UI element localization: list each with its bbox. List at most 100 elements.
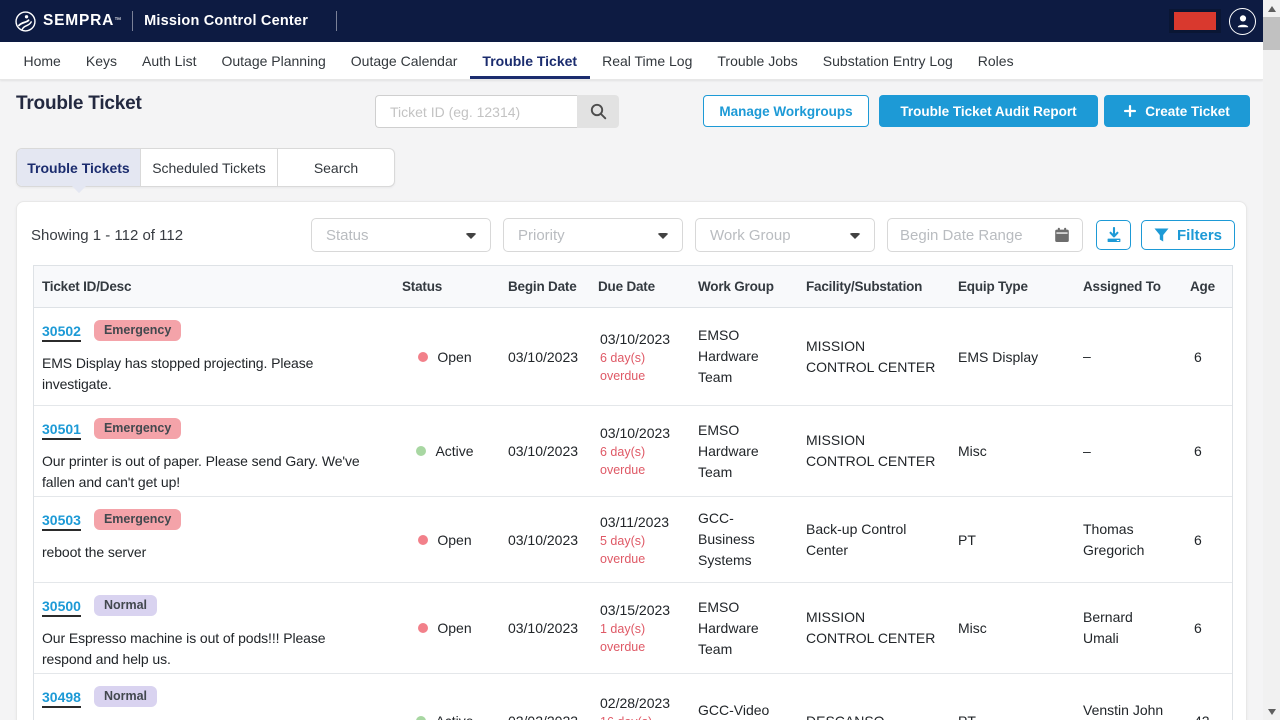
ticket-id-link[interactable]: 30503 [42, 512, 81, 531]
status-filter-placeholder: Status [326, 227, 369, 244]
ticket-description: Our Espresso machine is out of pods!!! P… [42, 628, 372, 670]
ticket-cell: 30503Emergencyreboot the server [34, 497, 392, 582]
filters-button[interactable]: Filters [1141, 220, 1235, 250]
equip-type-cell: PT [948, 497, 1073, 582]
calendar-icon [1054, 227, 1070, 243]
nav-item-trouble-ticket[interactable]: Trouble Ticket [470, 42, 590, 79]
ticket-search-input[interactable] [375, 95, 577, 128]
facility-value: MISSION CONTROL CENTER [806, 607, 937, 649]
create-ticket-button[interactable]: Create Ticket [1104, 95, 1250, 127]
column-header-assigned-to: Assigned To [1073, 266, 1180, 307]
filters-label: Filters [1177, 227, 1222, 244]
facility-cell: MISSION CONTROL CENTER [796, 308, 948, 405]
priority-filter-placeholder: Priority [518, 227, 565, 244]
page-actions: Manage Workgroups Trouble Ticket Audit R… [703, 95, 1250, 127]
user-avatar[interactable] [1229, 8, 1256, 35]
begin-date-cell: 02/02/2023 [498, 674, 588, 720]
workgroup-filter-placeholder: Work Group [710, 227, 791, 244]
overdue-label: 16 day(s) overdue [600, 713, 676, 720]
topbar-divider [132, 11, 133, 31]
begin-date-cell: 03/10/2023 [498, 406, 588, 496]
status-filter-select[interactable]: Status [311, 218, 491, 252]
manage-workgroups-button[interactable]: Manage Workgroups [703, 95, 869, 127]
nav-item-real-time-log[interactable]: Real Time Log [590, 42, 705, 79]
begin-date-cell: 03/10/2023 [498, 308, 588, 405]
facility-cell: MISSION CONTROL CENTER [796, 406, 948, 496]
due-date-value: 02/28/2023 [600, 693, 676, 713]
ticket-row-30498: 30498NormalActive02/02/202302/28/202316 … [34, 674, 1232, 720]
priority-badge: Emergency [94, 509, 181, 530]
ticket-id-link[interactable]: 30500 [42, 598, 81, 617]
nav-item-auth-list[interactable]: Auth List [129, 42, 208, 79]
status-cell: Open [392, 308, 498, 405]
tab-search[interactable]: Search [278, 149, 394, 186]
facility-value: MISSION CONTROL CENTER [806, 430, 937, 472]
priority-badge: Emergency [94, 418, 181, 439]
nav-item-outage-calendar[interactable]: Outage Calendar [338, 42, 470, 79]
nav-item-home[interactable]: Home [11, 42, 73, 79]
column-header-equip-type: Equip Type [948, 266, 1073, 307]
environment-badge [1174, 12, 1216, 30]
equip-type-cell: Misc [948, 406, 1073, 496]
scrollbar-up-button[interactable] [1263, 0, 1280, 17]
due-date-cell: 03/10/20236 day(s) overdue [588, 406, 688, 496]
overdue-label: 6 day(s) overdue [600, 443, 676, 479]
tab-scheduled-tickets[interactable]: Scheduled Tickets [141, 149, 278, 186]
column-header-ticket-id-desc: Ticket ID/Desc [34, 266, 392, 307]
scrollbar-thumb[interactable] [1263, 17, 1280, 50]
ticket-id-link[interactable]: 30501 [42, 421, 81, 440]
begin-date-range-input[interactable]: Begin Date Range [887, 218, 1083, 252]
ticket-cell: 30500NormalOur Espresso machine is out o… [34, 583, 392, 673]
status-cell: Open [392, 497, 498, 582]
ticket-description: EMS Display has stopped projecting. Plea… [42, 353, 372, 395]
ticket-search-button[interactable] [577, 95, 619, 128]
status-cell: Open [392, 583, 498, 673]
due-date-cell: 03/11/20235 day(s) overdue [588, 497, 688, 582]
assigned-to-cell: Venstin John [1073, 674, 1180, 720]
ticket-row-30503: 30503Emergencyreboot the serverOpen03/10… [34, 497, 1232, 583]
search-icon [590, 103, 607, 120]
facility-cell: DESCANSO [796, 674, 948, 720]
nav-item-roles[interactable]: Roles [965, 42, 1026, 79]
status-dot-open [418, 535, 428, 545]
assigned-to-value: Venstin John [1083, 700, 1167, 720]
age-cell: 6 [1180, 308, 1234, 405]
ticket-row-30500: 30500NormalOur Espresso machine is out o… [34, 583, 1232, 674]
assigned-to-value: – [1083, 441, 1167, 462]
nav-item-trouble-jobs[interactable]: Trouble Jobs [705, 42, 810, 79]
table-header-row: Ticket ID/DescStatusBegin DateDue DateWo… [34, 266, 1232, 308]
status-label: Open [437, 532, 471, 548]
nav-item-outage-planning[interactable]: Outage Planning [209, 42, 338, 79]
person-icon [1235, 13, 1251, 29]
nav-item-substation-entry-log[interactable]: Substation Entry Log [810, 42, 965, 79]
tab-trouble-tickets[interactable]: Trouble Tickets [17, 149, 141, 186]
due-date-value: 03/10/2023 [600, 329, 676, 349]
audit-report-button[interactable]: Trouble Ticket Audit Report [879, 95, 1098, 127]
status-label: Open [437, 349, 471, 365]
equip-type-cell: PT [948, 674, 1073, 720]
topbar-right [1169, 0, 1256, 42]
ticket-cell: 30498Normal [34, 674, 392, 720]
arrow-down-icon [1268, 709, 1276, 715]
scrollbar-down-button[interactable] [1263, 703, 1280, 720]
download-button[interactable] [1096, 220, 1131, 250]
work-group-value: EMSO Hardware Team [698, 325, 776, 388]
work-group-value: GCC-Business Systems [698, 508, 776, 571]
priority-badge: Emergency [94, 320, 181, 341]
facility-cell: MISSION CONTROL CENTER [796, 583, 948, 673]
priority-filter-select[interactable]: Priority [503, 218, 683, 252]
work-group-value: EMSO Hardware Team [698, 420, 776, 483]
page-scrollbar[interactable] [1263, 0, 1280, 720]
nav-item-keys[interactable]: Keys [73, 42, 129, 79]
brand-name: SEMPRA [43, 12, 114, 30]
ticket-id-link[interactable]: 30502 [42, 323, 81, 342]
workgroup-filter-select[interactable]: Work Group [695, 218, 875, 252]
tickets-card: Showing 1 - 112 of 112 Status Priority W… [16, 201, 1247, 720]
ticket-id-link[interactable]: 30498 [42, 689, 81, 708]
ticket-row-30501: 30501EmergencyOur printer is out of pape… [34, 406, 1232, 497]
due-date-cell: 03/15/20231 day(s) overdue [588, 583, 688, 673]
work-group-cell: EMSO Hardware Team [688, 406, 796, 496]
overdue-label: 6 day(s) overdue [600, 349, 676, 385]
ticket-row-30502: 30502 Emergency EMS Display has stopped pr… [34, 308, 1232, 406]
status-dot-open [418, 352, 428, 362]
